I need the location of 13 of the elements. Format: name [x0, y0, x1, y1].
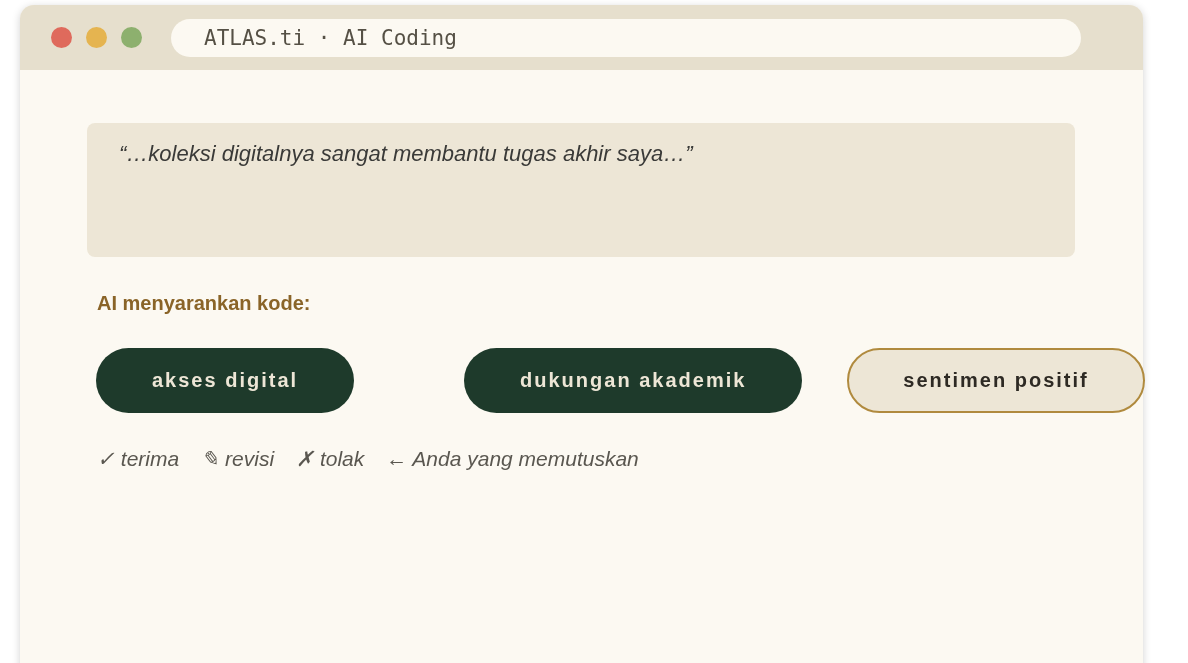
action-hint: ← Anda yang memutuskan: [386, 447, 639, 471]
code-chip[interactable]: sentimen positif: [847, 348, 1145, 413]
suggestion-label: AI menyarankan kode:: [97, 292, 312, 315]
window-control-icon[interactable]: [121, 27, 142, 48]
code-chip[interactable]: akses digital: [96, 348, 355, 413]
action-hint: ✎ revisi: [201, 447, 275, 471]
window-control-icon[interactable]: [86, 27, 107, 48]
window-title: ATLAS.ti · AI Coding: [171, 18, 1081, 57]
window-control-icon[interactable]: [51, 27, 72, 48]
quote-text: “…koleksi digitalnya sangat membantu tugas akhir saya…”: [87, 123, 1075, 257]
action-hint: ✓ terima: [97, 447, 180, 471]
code-chip[interactable]: dukungan akademik: [464, 348, 803, 413]
action-hint: ✗ tolak: [296, 447, 365, 471]
